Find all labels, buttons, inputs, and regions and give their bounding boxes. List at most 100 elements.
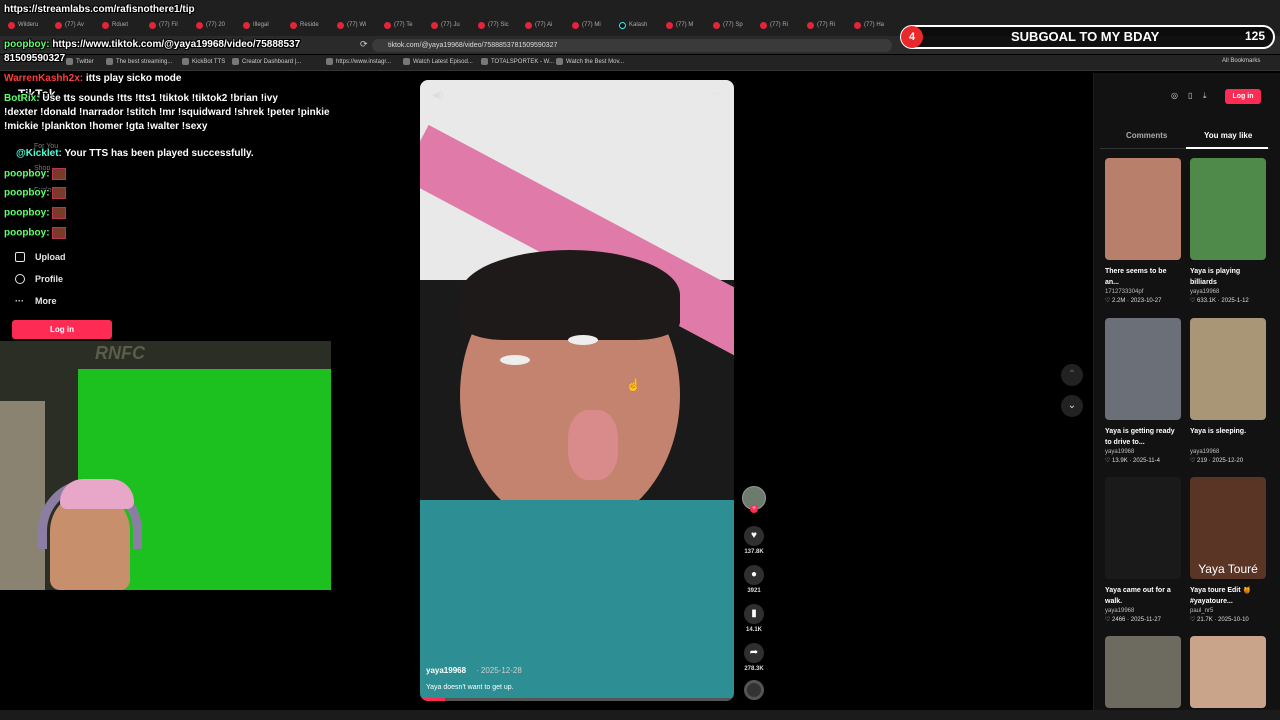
- card-author[interactable]: yaya19968: [1190, 449, 1266, 455]
- card-author[interactable]: yaya19968: [1105, 449, 1181, 455]
- profile-icon: [15, 274, 25, 284]
- device-icon[interactable]: ▯: [1188, 91, 1192, 100]
- card-author[interactable]: paul_nr5: [1190, 608, 1266, 614]
- music-disc-icon[interactable]: [744, 680, 764, 700]
- bookmark-item[interactable]: KickBot TTS: [182, 58, 225, 65]
- browser-tab[interactable]: Wilderu: [8, 18, 38, 32]
- comment-icon[interactable]: ●: [744, 565, 764, 585]
- card-thumbnail[interactable]: [1105, 318, 1181, 420]
- sidebar-item-profile[interactable]: Profile: [15, 274, 63, 284]
- card-author[interactable]: 1712733304pf: [1105, 289, 1181, 295]
- bookmark-favicon-icon: [182, 58, 189, 65]
- follow-plus-icon[interactable]: +: [750, 505, 758, 513]
- coin-icon[interactable]: ◎: [1171, 91, 1178, 100]
- bookmark-item[interactable]: Twitter: [66, 58, 94, 65]
- recommended-card[interactable]: There seems to be an... 1712733304pf ♡ 2.2…: [1105, 158, 1181, 304]
- comment-action[interactable]: ● 3921: [742, 565, 766, 594]
- bookmark-item[interactable]: The best streaming...: [106, 58, 172, 65]
- tab-comments[interactable]: Comments: [1126, 131, 1167, 140]
- save-action[interactable]: ▮ 14.1K: [742, 604, 766, 633]
- recommended-card[interactable]: Yaya is playing billiards yaya19968 ♡ 633.…: [1190, 158, 1266, 304]
- card-thumbnail[interactable]: [1105, 158, 1181, 260]
- browser-tab[interactable]: (77) Mi: [572, 18, 601, 32]
- share-action[interactable]: ➦ 278.3K: [742, 643, 766, 672]
- browser-tab[interactable]: Kalash: [619, 18, 647, 32]
- bookmark-item[interactable]: Creator Dashboard |...: [232, 58, 301, 65]
- bookmark-label: Creator Dashboard |...: [242, 58, 302, 65]
- browser-tab[interactable]: (77) Wi: [337, 18, 366, 32]
- bookmark-item[interactable]: Watch the Best Mov...: [556, 58, 624, 65]
- recommended-card[interactable]: Yaya is sleeping. yaya19968 ♡ 219 · 2025-1…: [1190, 318, 1266, 464]
- tab-favicon-icon: [760, 21, 767, 29]
- card-thumbnail[interactable]: [1190, 318, 1266, 420]
- browser-tab[interactable]: (77) Ha: [854, 18, 884, 32]
- browser-tab[interactable]: (77) Sp: [713, 18, 743, 32]
- card-author[interactable]: yaya19968: [1105, 608, 1181, 614]
- browser-tab[interactable]: Illegal: [243, 18, 269, 32]
- video-player[interactable]: ◀) ··· yaya19968 · 2025-12-28 Yaya doesn…: [420, 80, 734, 701]
- browser-tab[interactable]: (77) 20: [196, 18, 225, 32]
- browser-tab[interactable]: (77) Ai: [525, 18, 552, 32]
- tip-link: https://streamlabs.com/rafisnothere1/tip: [4, 4, 195, 15]
- more-options-icon[interactable]: ···: [712, 88, 722, 99]
- bookmark-favicon-icon: [66, 58, 73, 65]
- browser-tab[interactable]: (77) Av: [55, 18, 84, 32]
- bookmark-item[interactable]: TOTALSPORTEK - W...: [481, 58, 554, 65]
- browser-tab[interactable]: (77) Fil: [149, 18, 178, 32]
- bookmark-icon[interactable]: ▮: [744, 604, 764, 624]
- sound-icon[interactable]: ◀): [432, 90, 443, 101]
- browser-tab[interactable]: (77) Ju: [431, 18, 460, 32]
- card-stats: ♡ 633.1K · 2025-1-12: [1190, 298, 1249, 304]
- bookmark-label: The best streaming...: [116, 58, 173, 65]
- previous-video-button[interactable]: ⌃: [1061, 364, 1083, 386]
- browser-tab[interactable]: (77) M: [666, 18, 693, 32]
- heart-icon[interactable]: ♥: [744, 526, 764, 546]
- card-title[interactable]: Yaya is getting ready to drive to...: [1105, 426, 1181, 448]
- bookmark-item[interactable]: Watch Latest Episod...: [403, 58, 473, 65]
- card-thumbnail[interactable]: Yaya Touré: [1190, 477, 1266, 579]
- video-progress-bar[interactable]: [420, 698, 446, 701]
- card-title[interactable]: Yaya came out for a walk.: [1105, 585, 1181, 607]
- bookmark-item[interactable]: https://www.instagr...: [326, 58, 391, 65]
- tab-label: Kalash: [629, 22, 648, 28]
- like-action[interactable]: ♥ 137.8K: [742, 526, 766, 555]
- browser-tab[interactable]: (77) Ri: [807, 18, 835, 32]
- chat-message: !mickie !plankton !homer !gta !walter !s…: [4, 121, 208, 132]
- card-title[interactable]: Yaya toure Edit 🍯 #yayatoure...: [1190, 585, 1266, 607]
- card-stats: ♡ 2466 · 2025-11-27: [1105, 617, 1161, 623]
- video-date: · 2025-12-28: [476, 666, 522, 675]
- all-bookmarks-link[interactable]: All Bookmarks: [1222, 58, 1260, 64]
- video-progress-track[interactable]: [420, 698, 734, 701]
- login-button-sidebar[interactable]: Log in: [12, 320, 112, 339]
- login-button-top[interactable]: Log in: [1225, 89, 1261, 104]
- recommended-card[interactable]: Yaya Touré Yaya toure Edit 🍯 #yayatoure..…: [1190, 477, 1266, 623]
- download-icon[interactable]: ⤓: [1203, 91, 1207, 101]
- share-icon[interactable]: ➦: [744, 643, 764, 663]
- browser-tab[interactable]: (77) Te: [384, 18, 413, 32]
- next-video-button[interactable]: ⌄: [1061, 395, 1083, 417]
- recommended-card[interactable]: [1105, 636, 1181, 708]
- recommended-card[interactable]: Yaya came out for a walk. yaya19968 ♡ 2466…: [1105, 477, 1181, 623]
- recommended-card[interactable]: Yaya is getting ready to drive to... yaya…: [1105, 318, 1181, 464]
- card-thumbnail[interactable]: [1190, 158, 1266, 260]
- bookmark-label: Watch Latest Episod...: [413, 58, 473, 65]
- recommended-card[interactable]: [1190, 636, 1266, 708]
- bookmark-label: TOTALSPORTEK - W...: [491, 58, 555, 65]
- card-thumbnail[interactable]: [1105, 477, 1181, 579]
- browser-tab[interactable]: (77) Ri: [760, 18, 788, 32]
- sidebar-item-more[interactable]: ··· More: [15, 296, 57, 306]
- card-thumbnail[interactable]: [1105, 636, 1181, 708]
- sidebar-item-upload[interactable]: Upload: [15, 252, 66, 262]
- browser-tab[interactable]: (77) Sic: [478, 18, 509, 32]
- browser-tab[interactable]: Reside: [290, 18, 319, 32]
- video-author[interactable]: yaya19968: [426, 666, 466, 675]
- card-author[interactable]: yaya19968: [1190, 289, 1266, 295]
- url-field[interactable]: tiktok.com/@yaya19968/video/758885378150…: [372, 39, 892, 52]
- tab-you-may-like[interactable]: You may like: [1204, 131, 1252, 140]
- browser-tab[interactable]: Rduet: [102, 18, 128, 32]
- card-title[interactable]: Yaya is playing billiards: [1190, 266, 1266, 288]
- card-title[interactable]: There seems to be an...: [1105, 266, 1181, 288]
- card-title[interactable]: Yaya is sleeping.: [1190, 426, 1266, 448]
- card-thumbnail[interactable]: [1190, 636, 1266, 708]
- reload-icon[interactable]: ⟳: [360, 39, 368, 50]
